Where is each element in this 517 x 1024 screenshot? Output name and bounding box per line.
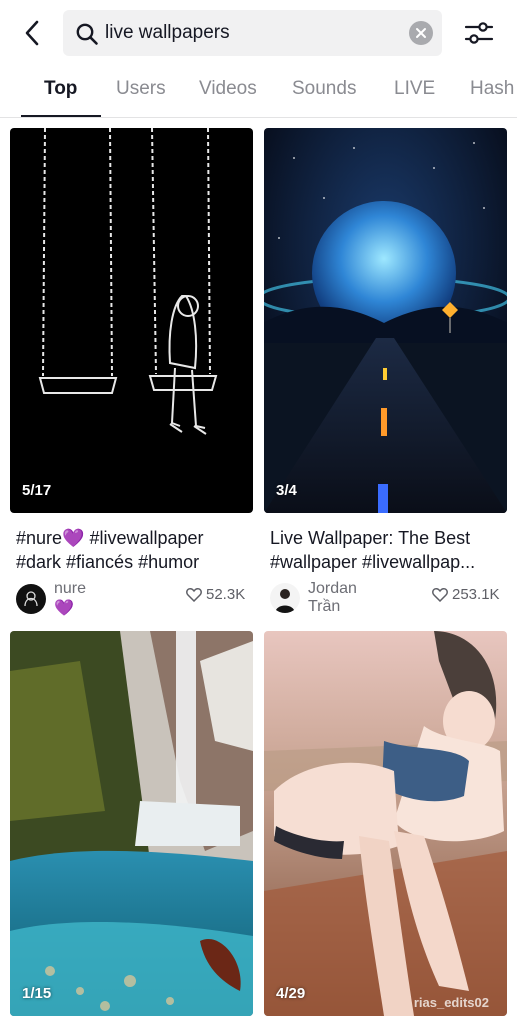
video-thumbnail[interactable]: 1/15: [10, 631, 253, 1016]
video-thumbnail[interactable]: 5/17: [10, 128, 253, 513]
video-caption[interactable]: Live Wallpaper: The Best #wallpaper #liv…: [270, 526, 510, 574]
avatar[interactable]: [270, 583, 300, 613]
close-icon: [416, 28, 426, 38]
search-icon: [76, 23, 98, 45]
video-thumbnail[interactable]: 3/4: [264, 128, 507, 513]
caption-line-2: #wallpaper #livewallpap...: [270, 552, 476, 572]
anime-illustration: [264, 631, 507, 1016]
image-count: 5/17: [22, 482, 52, 499]
image-count: 3/4: [276, 482, 297, 499]
caption-line-2: #dark #fiancés #humor: [16, 552, 200, 572]
author: Jordan Trần: [270, 580, 357, 616]
swing-illustration: [10, 128, 253, 513]
planet-road-illustration: [264, 128, 507, 513]
tab-hashtags[interactable]: Hash: [470, 78, 514, 100]
author-name[interactable]: Jordan Trần: [308, 580, 357, 616]
image-count: 4/29: [276, 985, 306, 1002]
like-count: 52.3K: [186, 586, 245, 603]
image-count: 1/15: [22, 985, 52, 1002]
waterfall-illustration: [10, 631, 253, 1016]
like-count: 253.1K: [432, 586, 500, 603]
avatar[interactable]: [16, 584, 46, 614]
search-input[interactable]: [105, 10, 405, 56]
caption-line-1: #nure💜 #livewallpaper: [16, 528, 204, 548]
back-button[interactable]: [16, 16, 48, 50]
tab-live[interactable]: LIVE: [394, 78, 435, 100]
author-name[interactable]: nure💜: [54, 580, 86, 618]
caption-line-1: Live Wallpaper: The Best: [270, 528, 471, 548]
heart-icon: [186, 587, 202, 602]
clear-search-button[interactable]: [409, 21, 433, 45]
likes-value: 52.3K: [206, 586, 246, 603]
filter-button[interactable]: [460, 16, 498, 50]
results-tab-bar: Top Users Videos Sounds LIVE Hash: [0, 70, 517, 118]
tab-users[interactable]: Users: [116, 78, 166, 100]
search-bar[interactable]: [63, 10, 442, 56]
tab-videos[interactable]: Videos: [199, 78, 257, 100]
chevron-left-icon: [25, 20, 39, 46]
likes-value: 253.1K: [452, 586, 500, 603]
search-header: [0, 0, 517, 66]
sliders-icon: [464, 22, 494, 44]
author: nure💜: [16, 580, 86, 618]
active-tab-indicator: [21, 115, 101, 117]
video-thumbnail[interactable]: 4/29 rias_edits02: [264, 631, 507, 1016]
video-caption[interactable]: #nure💜 #livewallpaper #dark #fiancés #hu…: [16, 526, 256, 574]
tab-top[interactable]: Top: [44, 78, 77, 100]
heart-icon: [432, 587, 448, 602]
tab-sounds[interactable]: Sounds: [292, 78, 356, 100]
watermark: rias_edits02: [413, 995, 489, 1010]
